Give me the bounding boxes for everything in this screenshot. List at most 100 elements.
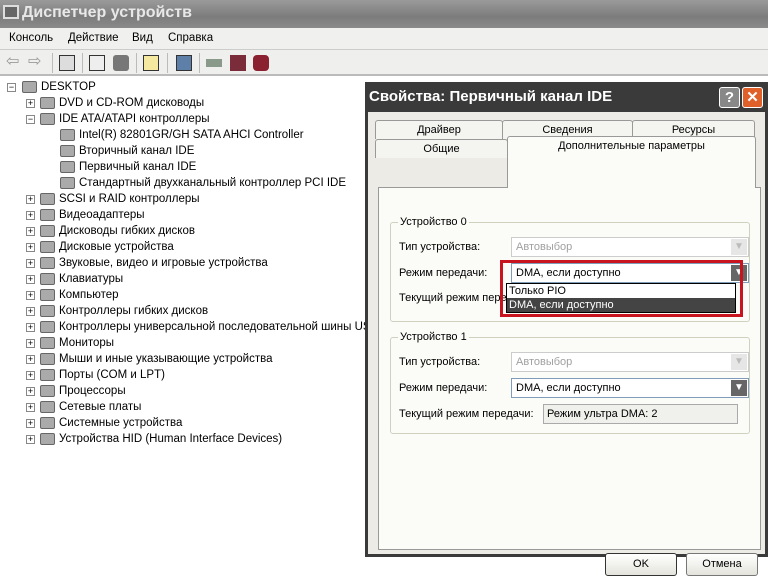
tree-item[interactable]: Системные устройства xyxy=(40,415,182,431)
tree-item[interactable]: Звуковые, видео и игровые устройства xyxy=(40,255,268,271)
expand-icon[interactable]: + xyxy=(26,227,35,236)
forward-icon[interactable]: ⇨ xyxy=(28,54,44,71)
tree-item[interactable]: Мыши и иные указывающие устройства xyxy=(40,351,273,367)
menu-help[interactable]: Справка xyxy=(168,32,213,44)
device1-group: Устройство 1 Тип устройства: Автовыбор ▼ … xyxy=(390,331,750,434)
device1-mode-select[interactable]: DMA, если доступно ▼ xyxy=(511,378,749,398)
tree-item[interactable]: SCSI и RAID контроллеры xyxy=(40,191,200,207)
menu-console[interactable]: Консоль xyxy=(9,32,53,44)
tree-item[interactable]: Первичный канал IDE xyxy=(60,159,196,175)
help-icon[interactable] xyxy=(143,55,159,71)
scan-hardware-icon[interactable] xyxy=(176,55,192,71)
advanced-settings-panel: Устройство 0 Тип устройства: Автовыбор ▼ … xyxy=(378,187,761,550)
collapse-icon[interactable]: − xyxy=(26,115,35,124)
menu-view[interactable]: Вид xyxy=(132,32,153,44)
expand-icon[interactable]: + xyxy=(26,195,35,204)
back-icon[interactable]: ⇦ xyxy=(6,54,22,71)
device0-mode-label: Режим передачи: xyxy=(399,267,488,279)
show-hide-tree-icon[interactable] xyxy=(59,55,75,71)
tree-item[interactable]: DVD и CD-ROM дисководы xyxy=(40,95,204,111)
tree-item[interactable]: Видеоадаптеры xyxy=(40,207,145,223)
window-title-bar: Диспетчер устройств xyxy=(0,0,768,28)
device-category-icon xyxy=(40,336,55,349)
tree-item[interactable]: Дисковые устройства xyxy=(40,239,174,255)
device0-type-label: Тип устройства: xyxy=(399,241,481,253)
help-button[interactable]: ? xyxy=(719,87,740,108)
toolbar: ⇦ ⇨ xyxy=(0,50,768,76)
tree-item[interactable]: Контроллеры универсальной последовательн… xyxy=(40,319,378,335)
device-category-icon xyxy=(40,352,55,365)
device1-current-label: Текущий режим передачи: xyxy=(399,408,534,420)
tree-item[interactable]: Мониторы xyxy=(40,335,114,351)
device-category-icon xyxy=(40,224,55,237)
tree-root-label: DESKTOP xyxy=(41,81,96,93)
expand-icon[interactable]: + xyxy=(26,275,35,284)
tree-item-label: Процессоры xyxy=(59,385,126,397)
tree-item[interactable]: Контроллеры гибких дисков xyxy=(40,303,208,319)
device-category-icon xyxy=(40,400,55,413)
update-driver-icon[interactable] xyxy=(206,59,222,67)
device1-current-mode: Режим ультра DMA: 2 xyxy=(543,404,738,424)
device1-legend: Устройство 1 xyxy=(398,331,469,343)
expand-icon[interactable]: + xyxy=(26,99,35,108)
tree-root[interactable]: DESKTOP xyxy=(22,79,96,95)
tree-item[interactable]: Сетевые платы xyxy=(40,399,141,415)
tree-item[interactable]: Стандартный двухканальный контроллер PCI… xyxy=(60,175,346,191)
tree-item-label: Компьютер xyxy=(59,289,119,301)
tree-item[interactable]: Intel(R) 82801GR/GH SATA AHCI Controller xyxy=(60,127,304,143)
tab-general[interactable]: Общие xyxy=(375,139,508,158)
device-category-icon xyxy=(60,144,75,157)
expand-icon[interactable]: + xyxy=(26,403,35,412)
highlight-box xyxy=(500,260,743,317)
window-title: Диспетчер устройств xyxy=(22,4,192,21)
tree-item-label: Контроллеры универсальной последовательн… xyxy=(59,321,379,333)
expand-icon[interactable]: + xyxy=(26,419,35,428)
expand-icon[interactable]: + xyxy=(26,355,35,364)
properties-dialog: Свойства: Первичный канал IDE ? ✕ Драйве… xyxy=(365,82,768,576)
expand-icon[interactable]: + xyxy=(26,243,35,252)
cancel-button[interactable]: Отмена xyxy=(686,553,758,576)
tree-item[interactable]: Порты (COM и LPT) xyxy=(40,367,165,383)
ok-button[interactable]: OK xyxy=(605,553,677,576)
tree-item[interactable]: IDE ATA/ATAPI контроллеры xyxy=(40,111,210,127)
close-button[interactable]: ✕ xyxy=(742,87,763,108)
expand-icon[interactable]: + xyxy=(26,371,35,380)
menu-action[interactable]: Действие xyxy=(68,32,119,44)
tree-item[interactable]: Дисководы гибких дисков xyxy=(40,223,195,239)
computer-icon xyxy=(22,80,37,93)
disable-device-icon[interactable] xyxy=(230,55,246,71)
properties-icon[interactable] xyxy=(89,55,105,71)
device1-mode-label: Режим передачи: xyxy=(399,382,488,394)
device-category-icon xyxy=(40,432,55,445)
tree-item-label: Intel(R) 82801GR/GH SATA AHCI Controller xyxy=(79,129,304,141)
device-category-icon xyxy=(60,176,75,189)
chevron-down-icon[interactable]: ▼ xyxy=(731,380,747,396)
menu-bar: Консоль Действие Вид Справка xyxy=(0,28,768,50)
device-category-icon xyxy=(40,208,55,221)
device-category-icon xyxy=(40,256,55,269)
tree-item-label: DVD и CD-ROM дисководы xyxy=(59,97,205,109)
expand-icon[interactable]: + xyxy=(26,307,35,316)
expand-icon[interactable]: + xyxy=(26,435,35,444)
tree-item-label: Клавиатуры xyxy=(59,273,124,285)
expand-icon[interactable]: + xyxy=(26,211,35,220)
tree-item-label: Системные устройства xyxy=(59,417,183,429)
expand-icon[interactable]: + xyxy=(26,323,35,332)
print-icon[interactable] xyxy=(113,55,129,71)
expand-icon[interactable]: + xyxy=(26,339,35,348)
uninstall-device-icon[interactable] xyxy=(253,55,269,71)
tree-item[interactable]: Клавиатуры xyxy=(40,271,123,287)
expand-icon[interactable]: + xyxy=(26,259,35,268)
tree-item[interactable]: Компьютер xyxy=(40,287,119,303)
tree-item[interactable]: Процессоры xyxy=(40,383,126,399)
tree-item[interactable]: Вторичный канал IDE xyxy=(60,143,194,159)
expand-icon[interactable]: + xyxy=(26,291,35,300)
tree-item[interactable]: Устройства HID (Human Interface Devices) xyxy=(40,431,282,447)
device-category-icon xyxy=(40,416,55,429)
expand-icon[interactable]: + xyxy=(26,387,35,396)
tab-advanced[interactable]: Дополнительные параметры xyxy=(507,136,756,188)
collapse-icon[interactable]: − xyxy=(7,83,16,92)
tree-item-label: Порты (COM и LPT) xyxy=(59,369,165,381)
tab-driver[interactable]: Драйвер xyxy=(375,120,503,139)
device-category-icon xyxy=(40,192,55,205)
